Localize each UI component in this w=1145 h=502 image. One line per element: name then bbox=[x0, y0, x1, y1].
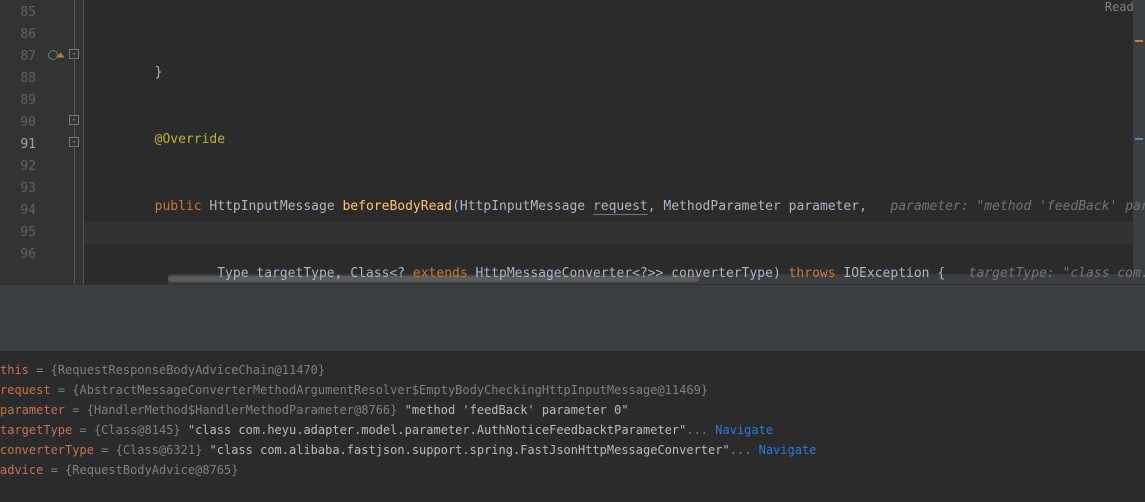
gutter-icons[interactable] bbox=[44, 0, 68, 284]
stripe-mark-icon[interactable] bbox=[1135, 138, 1143, 140]
debug-variables-panel[interactable]: this = {RequestResponseBodyAdviceChain@1… bbox=[0, 352, 1145, 502]
inline-hint: targetType: "class com.he bbox=[945, 266, 1145, 281]
navigate-link[interactable]: Navigate bbox=[715, 423, 773, 437]
debug-var-row[interactable]: targetType = {Class@8145} "class com.hey… bbox=[0, 420, 1145, 440]
debug-var-row[interactable]: request = {AbstractMessageConverterMetho… bbox=[0, 380, 1145, 400]
code-line: Type targetType, Class<? extends HttpMes… bbox=[84, 263, 1145, 284]
line-number-gutter[interactable]: 85 86 87 88 89 90 91 92 93 94 95 96 bbox=[0, 0, 44, 284]
fold-toggle-icon[interactable]: - bbox=[69, 49, 79, 59]
code-line: } bbox=[84, 62, 1145, 84]
stripe-mark-icon[interactable] bbox=[1135, 40, 1143, 42]
debug-var-row[interactable]: this = {RequestResponseBodyAdviceChain@1… bbox=[0, 360, 1145, 380]
debug-var-row[interactable]: advice = {RequestBodyAdvice@8765} bbox=[0, 460, 1145, 480]
navigate-link[interactable]: Navigate bbox=[759, 443, 817, 457]
inline-hint: parameter: "method 'feedBack' param bbox=[875, 199, 1145, 214]
error-stripe[interactable] bbox=[1133, 0, 1145, 284]
debug-var-row[interactable]: parameter = {HandlerMethod$HandlerMethod… bbox=[0, 400, 1145, 420]
editor-area: 85 86 87 88 89 90 91 92 93 94 95 96 - - … bbox=[0, 0, 1145, 284]
code-line: public HttpInputMessage beforeBodyRead(H… bbox=[84, 196, 1145, 218]
override-arrow-icon bbox=[57, 53, 65, 58]
fold-toggle-icon[interactable]: - bbox=[69, 115, 79, 125]
code-line: @Override bbox=[84, 129, 1145, 151]
debug-var-row[interactable]: converterType = {Class@6321} "class com.… bbox=[0, 440, 1145, 460]
tool-window-bar[interactable] bbox=[0, 284, 1145, 352]
code-content[interactable]: } @Override public HttpInputMessage befo… bbox=[84, 0, 1145, 284]
fold-toggle-icon[interactable]: - bbox=[69, 137, 79, 147]
fold-gutter[interactable]: - - - bbox=[68, 0, 84, 284]
